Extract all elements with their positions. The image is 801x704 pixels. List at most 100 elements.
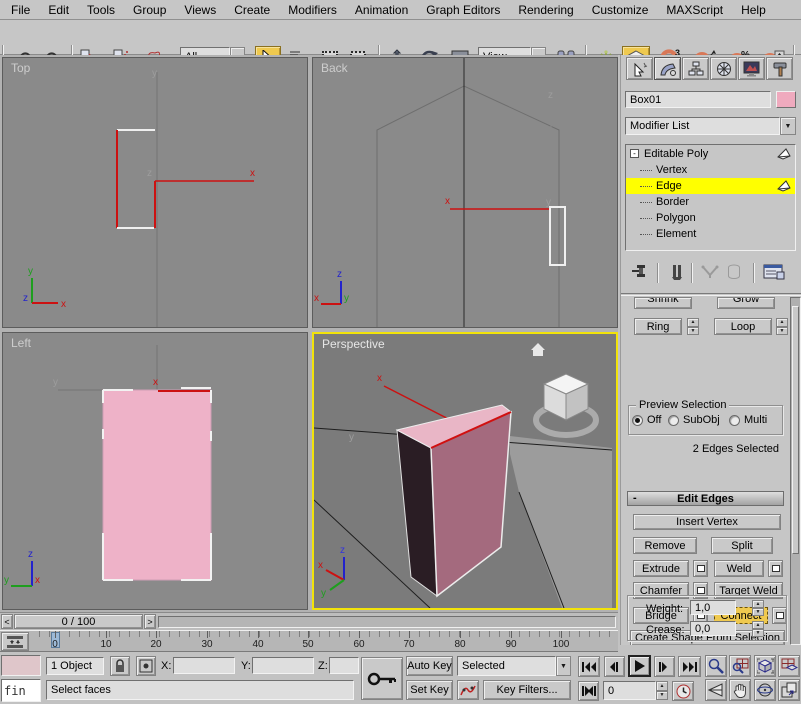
viewport-perspective[interactable]: x y z x y Perspective: [312, 332, 618, 610]
viewport-left-canvas[interactable]: y x z y x: [3, 333, 307, 609]
go-to-start-button[interactable]: [578, 656, 600, 677]
ring-spinner[interactable]: ▲▼: [687, 318, 699, 335]
time-slider-thumb[interactable]: 0 / 100: [14, 614, 143, 629]
object-color-swatch[interactable]: [776, 91, 796, 108]
current-frame-field[interactable]: 0: [603, 681, 656, 700]
radio-off[interactable]: [632, 415, 643, 426]
modifier-list-arrow[interactable]: ▼: [780, 117, 796, 135]
time-configuration-button[interactable]: [672, 681, 694, 701]
radio-multi[interactable]: [729, 415, 740, 426]
tab-motion[interactable]: [710, 57, 737, 80]
zoom-extents-button[interactable]: [754, 655, 776, 677]
key-filters-button[interactable]: Key Filters...: [483, 680, 571, 700]
pan-view-button[interactable]: [729, 679, 751, 701]
selection-lock-toggle[interactable]: [110, 656, 130, 676]
track-bar[interactable]: 0 10 20 30 40 50 60 70 80 90 100: [0, 630, 618, 652]
make-unique-button[interactable]: [701, 265, 719, 282]
stack-item-polygon[interactable]: Polygon: [626, 210, 795, 226]
absolute-offset-mode-toggle[interactable]: [136, 656, 156, 676]
arc-rotate-button[interactable]: [754, 679, 776, 701]
menu-animation[interactable]: Animation: [346, 0, 417, 20]
set-key-button[interactable]: Set Key: [406, 680, 453, 700]
track-bar-ruler[interactable]: 0 10 20 30 40 50 60 70 80 90 100: [30, 631, 618, 651]
viewport-perspective-canvas[interactable]: x y z x y: [314, 334, 616, 608]
spin-down-icon[interactable]: ▼: [752, 608, 764, 616]
menu-graph-editors[interactable]: Graph Editors: [417, 0, 509, 20]
grow-button[interactable]: Grow: [717, 297, 775, 309]
preview-subobj-option[interactable]: SubObj: [668, 414, 720, 426]
stack-item-editable-poly[interactable]: - Editable Poly: [626, 145, 795, 162]
stack-item-vertex[interactable]: Vertex: [626, 162, 795, 178]
key-filter-dropdown[interactable]: Selected: [457, 656, 556, 676]
extrude-settings-button[interactable]: [693, 560, 708, 577]
active-modifier-icon[interactable]: [777, 148, 791, 160]
viewport-back-canvas[interactable]: z y x z x y: [313, 58, 617, 327]
spin-up-icon[interactable]: ▲: [776, 318, 788, 327]
tab-modify[interactable]: [654, 57, 681, 80]
loop-spinner[interactable]: ▲▼: [776, 318, 788, 335]
viewport-back-label[interactable]: Back: [321, 61, 348, 75]
insert-vertex-button[interactable]: Insert Vertex: [633, 514, 781, 530]
tab-hierarchy[interactable]: [682, 57, 709, 80]
edit-edges-rollout-header[interactable]: - Edit Edges: [627, 491, 784, 506]
remove-button[interactable]: Remove: [633, 537, 697, 554]
go-to-end-button[interactable]: [678, 656, 701, 677]
time-slider-next-button[interactable]: >: [144, 614, 156, 629]
zoom-button[interactable]: [705, 655, 727, 677]
modifier-list-dropdown[interactable]: Modifier List: [625, 117, 780, 135]
spin-down-icon[interactable]: ▼: [776, 327, 788, 336]
menu-tools[interactable]: Tools: [78, 0, 124, 20]
menu-maxscript[interactable]: MAXScript: [657, 0, 732, 20]
preview-multi-option[interactable]: Multi: [729, 414, 767, 426]
viewport-left-label[interactable]: Left: [11, 336, 31, 350]
time-slider-track[interactable]: [158, 616, 616, 628]
play-animation-button[interactable]: [628, 655, 651, 677]
spin-up-icon[interactable]: ▲: [752, 600, 764, 608]
time-slider-prev-button[interactable]: <: [1, 614, 13, 629]
ring-button[interactable]: Ring: [634, 318, 682, 335]
menu-edit[interactable]: Edit: [39, 0, 78, 20]
menu-rendering[interactable]: Rendering: [509, 0, 582, 20]
zoom-extents-all-button[interactable]: [778, 655, 800, 677]
macro-recorder-pane[interactable]: [1, 655, 41, 676]
shrink-button[interactable]: Shrink: [634, 297, 692, 309]
menu-customize[interactable]: Customize: [583, 0, 658, 20]
show-end-result-button[interactable]: [669, 263, 685, 284]
viewport-top[interactable]: y x z y x z Top: [2, 57, 308, 328]
rollout-collapse-icon[interactable]: -: [633, 492, 637, 504]
viewport-top-label[interactable]: Top: [11, 61, 30, 75]
weight-spinner[interactable]: ▲▼: [752, 600, 764, 615]
menu-help[interactable]: Help: [732, 0, 775, 20]
stack-item-element[interactable]: Element: [626, 226, 795, 242]
extrude-button[interactable]: Extrude: [633, 560, 689, 577]
viewport-top-canvas[interactable]: y x z y x z: [3, 58, 307, 327]
zoom-all-button[interactable]: [729, 655, 751, 677]
key-filter-arrow[interactable]: ▼: [556, 656, 571, 676]
stack-item-edge[interactable]: Edge: [626, 178, 795, 194]
spin-up-icon[interactable]: ▲: [687, 318, 699, 327]
viewport-back[interactable]: z y x z x y Back: [312, 57, 618, 328]
weld-button[interactable]: Weld: [714, 560, 764, 577]
crease-spinner[interactable]: ▲▼: [752, 621, 764, 636]
set-keys-button[interactable]: [361, 657, 403, 700]
spin-down-icon[interactable]: ▼: [687, 327, 699, 336]
scrollbar-thumb[interactable]: [792, 306, 799, 554]
stack-item-border[interactable]: Border: [626, 194, 795, 210]
menu-views[interactable]: Views: [175, 0, 225, 20]
menu-file[interactable]: File: [2, 0, 39, 20]
frame-spinner[interactable]: ▲▼: [656, 681, 668, 700]
tab-utilities[interactable]: [766, 57, 793, 80]
tab-display[interactable]: [738, 57, 765, 80]
configure-modifier-sets-button[interactable]: [763, 263, 785, 284]
loop-button[interactable]: Loop: [714, 318, 772, 335]
next-frame-button[interactable]: [654, 656, 675, 677]
menu-modifiers[interactable]: Modifiers: [279, 0, 346, 20]
field-of-view-button[interactable]: [705, 679, 727, 701]
viewport-perspective-label[interactable]: Perspective: [322, 337, 385, 351]
open-mini-curve-editor-button[interactable]: [1, 632, 29, 651]
y-coord-field[interactable]: [252, 657, 314, 674]
key-mode-toggle[interactable]: [578, 681, 599, 701]
default-in-out-tangents-button[interactable]: [457, 680, 479, 700]
weight-field[interactable]: 1,0: [690, 600, 736, 615]
x-coord-field[interactable]: [173, 657, 235, 674]
